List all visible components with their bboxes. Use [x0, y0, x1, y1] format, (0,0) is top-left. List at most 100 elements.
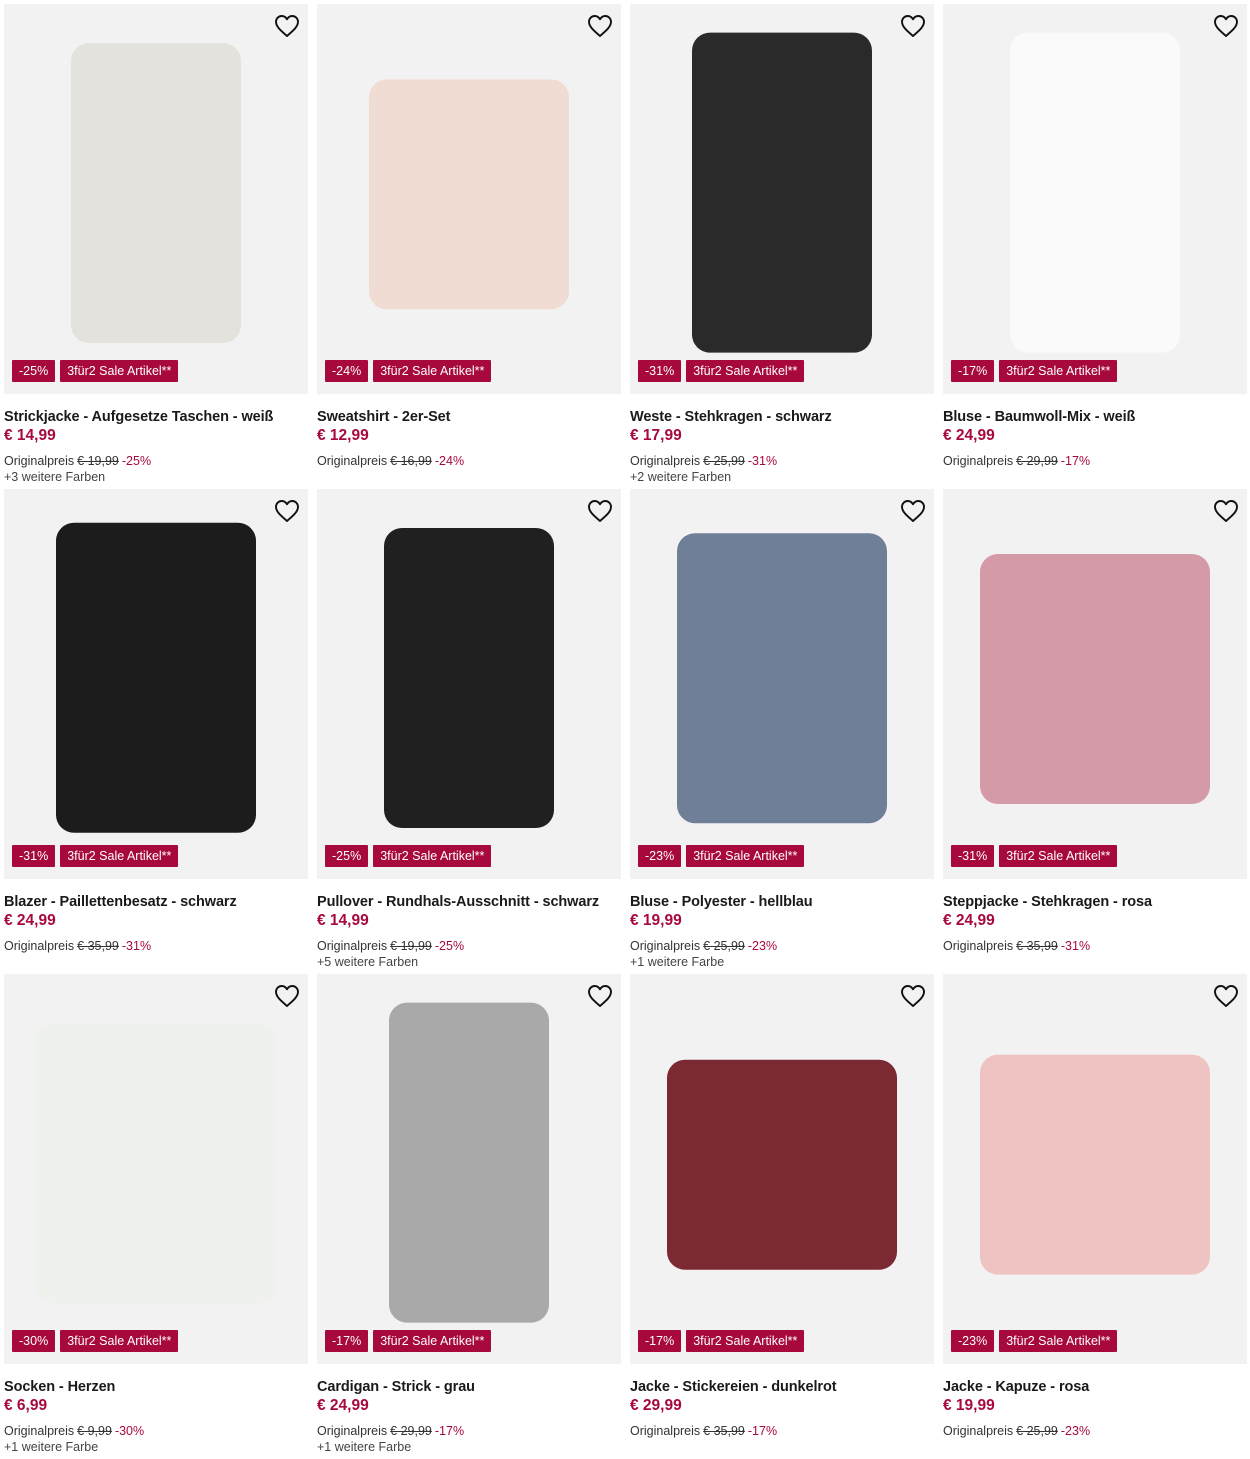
heart-icon[interactable]	[274, 499, 300, 523]
product-price: € 6,99	[4, 1397, 48, 1414]
product-image[interactable]: -23% 3für2 Sale Artikel**	[630, 489, 934, 879]
promo-badge: 3für2 Sale Artikel**	[686, 845, 805, 867]
product-image[interactable]: -25% 3für2 Sale Artikel**	[317, 489, 621, 879]
original-price-line: Originalpreis € 19,99 -25%	[4, 454, 308, 468]
discount-percent: -30%	[114, 1424, 145, 1438]
product-title[interactable]: Socken - Herzen	[4, 1379, 308, 1395]
product-card[interactable]: -17% 3für2 Sale Artikel** Cardigan - Str…	[317, 974, 621, 1459]
product-image[interactable]: -25% 3für2 Sale Artikel**	[4, 4, 308, 394]
product-card[interactable]: -31% 3für2 Sale Artikel** Steppjacke - S…	[943, 489, 1247, 974]
discount-badge: -30%	[12, 1330, 56, 1352]
heart-icon[interactable]	[900, 14, 926, 38]
product-photo	[71, 43, 241, 343]
product-card[interactable]: -31% 3für2 Sale Artikel** Blazer - Paill…	[4, 489, 308, 974]
heart-icon[interactable]	[1213, 14, 1239, 38]
product-title[interactable]: Blazer - Paillettenbesatz - schwarz	[4, 894, 308, 910]
heart-icon[interactable]	[274, 984, 300, 1008]
more-colors-link[interactable]: +5 weitere Farben	[317, 955, 621, 969]
product-card[interactable]: -25% 3für2 Sale Artikel** Pullover - Run…	[317, 489, 621, 974]
original-price: € 25,99	[703, 454, 745, 468]
product-price: € 24,99	[943, 912, 995, 929]
promo-badge: 3für2 Sale Artikel**	[373, 845, 492, 867]
original-price-line: Originalpreis € 19,99 -25%	[317, 939, 621, 953]
more-colors-link[interactable]: +1 weitere Farbe	[317, 1440, 621, 1454]
original-price: € 35,99	[77, 939, 119, 953]
original-price-label: Originalpreis	[943, 1424, 1014, 1438]
product-photo	[389, 1002, 549, 1323]
discount-percent: -17%	[434, 1424, 465, 1438]
original-price: € 16,99	[390, 454, 432, 468]
promo-badge: 3für2 Sale Artikel**	[60, 360, 179, 382]
original-price-line: Originalpreis € 25,99 -31%	[630, 454, 934, 468]
original-price: € 19,99	[390, 939, 432, 953]
original-price-label: Originalpreis	[317, 454, 388, 468]
heart-icon[interactable]	[587, 499, 613, 523]
badge-group: -17% 3für2 Sale Artikel**	[325, 1330, 492, 1352]
product-title[interactable]: Cardigan - Strick - grau	[317, 1379, 621, 1395]
original-price-line: Originalpreis € 35,99 -17%	[630, 1424, 934, 1438]
product-card[interactable]: -30% 3für2 Sale Artikel** Socken - Herze…	[4, 974, 308, 1459]
product-price: € 24,99	[4, 912, 56, 929]
original-price-label: Originalpreis	[630, 454, 701, 468]
heart-icon[interactable]	[587, 984, 613, 1008]
product-card[interactable]: -31% 3für2 Sale Artikel** Weste - Stehkr…	[630, 4, 934, 489]
product-price: € 14,99	[317, 912, 369, 929]
discount-badge: -17%	[638, 1330, 682, 1352]
product-image[interactable]: -17% 3für2 Sale Artikel**	[317, 974, 621, 1364]
product-title[interactable]: Sweatshirt - 2er-Set	[317, 409, 621, 425]
badge-group: -25% 3für2 Sale Artikel**	[12, 360, 179, 382]
more-colors-link[interactable]: +2 weitere Farben	[630, 470, 934, 484]
product-image[interactable]: -30% 3für2 Sale Artikel**	[4, 974, 308, 1364]
heart-icon[interactable]	[900, 499, 926, 523]
product-image[interactable]: -23% 3für2 Sale Artikel**	[943, 974, 1247, 1364]
product-card[interactable]: -23% 3für2 Sale Artikel** Bluse - Polyes…	[630, 489, 934, 974]
product-photo	[667, 1059, 897, 1270]
product-title[interactable]: Bluse - Polyester - hellblau	[630, 894, 934, 910]
heart-icon[interactable]	[587, 14, 613, 38]
product-image[interactable]: -31% 3für2 Sale Artikel**	[630, 4, 934, 394]
product-image[interactable]: -17% 3für2 Sale Artikel**	[943, 4, 1247, 394]
discount-percent: -31%	[747, 454, 778, 468]
product-card[interactable]: -17% 3für2 Sale Artikel** Bluse - Baumwo…	[943, 4, 1247, 489]
heart-icon[interactable]	[1213, 984, 1239, 1008]
original-price-label: Originalpreis	[317, 1424, 388, 1438]
product-image[interactable]: -24% 3für2 Sale Artikel**	[317, 4, 621, 394]
promo-badge: 3für2 Sale Artikel**	[373, 1330, 492, 1352]
original-price-line: Originalpreis € 25,99 -23%	[630, 939, 934, 953]
product-title[interactable]: Weste - Stehkragen - schwarz	[630, 409, 934, 425]
promo-badge: 3für2 Sale Artikel**	[60, 1330, 179, 1352]
more-colors-link[interactable]: +1 weitere Farbe	[630, 955, 934, 969]
product-image[interactable]: -31% 3für2 Sale Artikel**	[4, 489, 308, 879]
more-colors-link[interactable]: +3 weitere Farben	[4, 470, 308, 484]
product-card[interactable]: -17% 3für2 Sale Artikel** Jacke - Sticke…	[630, 974, 934, 1459]
product-grid: -25% 3für2 Sale Artikel** Strickjacke - …	[0, 0, 1250, 1459]
product-price: € 17,99	[630, 427, 682, 444]
heart-icon[interactable]	[1213, 499, 1239, 523]
discount-percent: -25%	[121, 454, 152, 468]
promo-badge: 3für2 Sale Artikel**	[60, 845, 179, 867]
product-title[interactable]: Jacke - Stickereien - dunkelrot	[630, 1379, 934, 1395]
product-card[interactable]: -25% 3für2 Sale Artikel** Strickjacke - …	[4, 4, 308, 489]
badge-group: -31% 3für2 Sale Artikel**	[12, 845, 179, 867]
discount-badge: -23%	[638, 845, 682, 867]
product-title[interactable]: Jacke - Kapuze - rosa	[943, 1379, 1247, 1395]
product-title[interactable]: Bluse - Baumwoll-Mix - weiß	[943, 409, 1247, 425]
product-title[interactable]: Steppjacke - Stehkragen - rosa	[943, 894, 1247, 910]
product-title[interactable]: Pullover - Rundhals-Ausschnitt - schwarz	[317, 894, 621, 910]
promo-badge: 3für2 Sale Artikel**	[999, 1330, 1118, 1352]
product-image[interactable]: -31% 3für2 Sale Artikel**	[943, 489, 1247, 879]
original-price: € 29,99	[390, 1424, 432, 1438]
heart-icon[interactable]	[274, 14, 300, 38]
heart-icon[interactable]	[900, 984, 926, 1008]
promo-badge: 3für2 Sale Artikel**	[686, 360, 805, 382]
product-card[interactable]: -24% 3für2 Sale Artikel** Sweatshirt - 2…	[317, 4, 621, 489]
discount-percent: -17%	[1060, 454, 1091, 468]
original-price-label: Originalpreis	[4, 1424, 75, 1438]
product-image[interactable]: -17% 3für2 Sale Artikel**	[630, 974, 934, 1364]
more-colors-link[interactable]: +1 weitere Farbe	[4, 1440, 308, 1454]
promo-badge: 3für2 Sale Artikel**	[373, 360, 492, 382]
product-title[interactable]: Strickjacke - Aufgesetze Taschen - weiß	[4, 409, 308, 425]
discount-percent: -31%	[1060, 939, 1091, 953]
product-card[interactable]: -23% 3für2 Sale Artikel** Jacke - Kapuze…	[943, 974, 1247, 1459]
badge-group: -24% 3für2 Sale Artikel**	[325, 360, 492, 382]
